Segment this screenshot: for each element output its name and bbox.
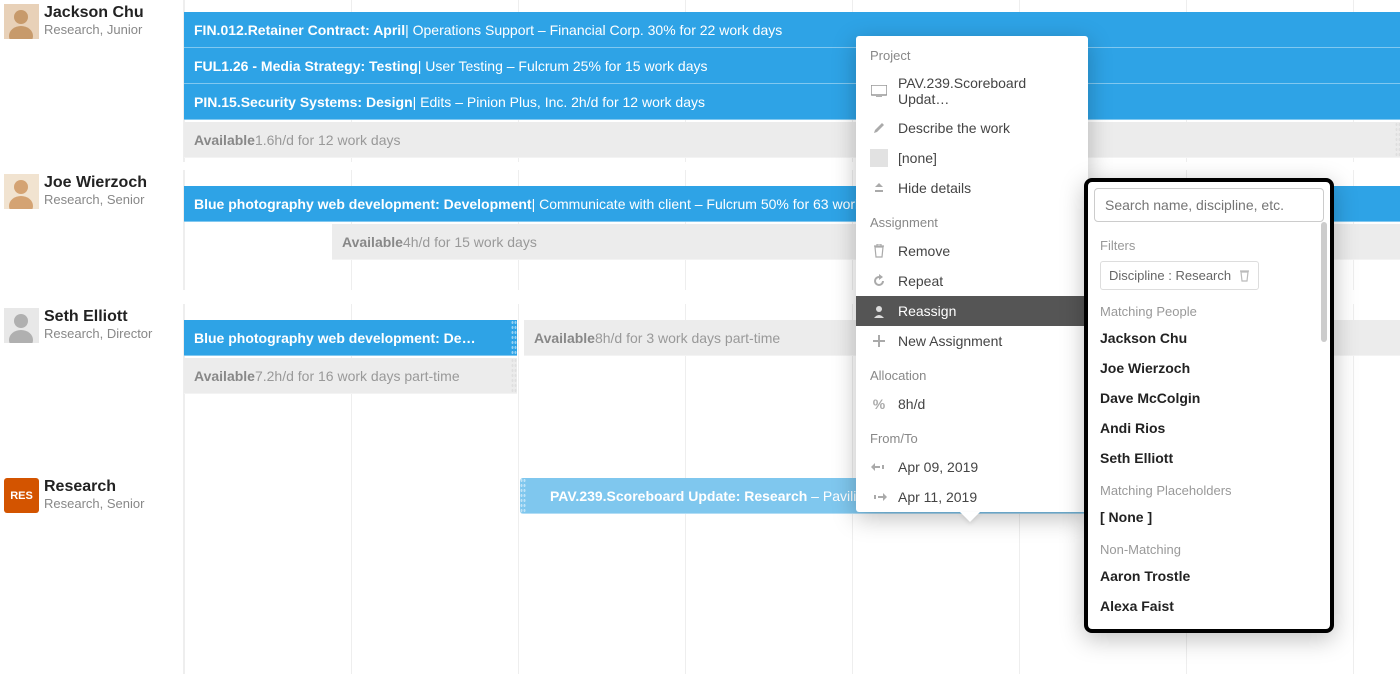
menu-remove[interactable]: Remove [856, 236, 1088, 266]
resize-handle[interactable] [511, 320, 517, 355]
section-header-allocation: Allocation [856, 356, 1088, 389]
menu-describe-work[interactable]: Describe the work [856, 113, 1088, 143]
color-swatch [870, 149, 888, 167]
popup-pointer [960, 512, 980, 522]
person-option[interactable]: Seth Elliott [1088, 443, 1330, 473]
person-subtitle: Research, Junior [44, 22, 144, 37]
scrollbar[interactable] [1321, 222, 1327, 342]
person-option[interactable]: Aaron Trostle [1088, 561, 1330, 591]
matching-placeholders-header: Matching Placeholders [1088, 473, 1330, 502]
date-from-icon [870, 458, 888, 476]
person-header[interactable]: Seth Elliott Research, Director [0, 304, 183, 474]
plus-icon [870, 332, 888, 350]
person-name: Research [44, 478, 144, 496]
menu-date-from[interactable]: Apr 09, 2019 [856, 452, 1088, 482]
avatar [4, 4, 39, 39]
resize-handle[interactable] [1395, 122, 1400, 157]
trash-icon [870, 242, 888, 260]
person-name: Joe Wierzoch [44, 174, 147, 192]
menu-allocation-value[interactable]: % 8h/d [856, 389, 1088, 419]
screen-icon [870, 82, 888, 100]
remove-filter-icon[interactable] [1239, 270, 1250, 282]
person-subtitle: Research, Director [44, 326, 152, 341]
person-subtitle: Research, Senior [44, 496, 144, 511]
resize-handle[interactable] [511, 358, 517, 393]
person-icon [4, 174, 39, 209]
assignment-bar[interactable]: Blue photography web development: De… [184, 320, 517, 356]
pencil-icon [870, 119, 888, 137]
menu-hide-details[interactable]: Hide details [856, 173, 1088, 203]
assignment-bar[interactable]: PIN.15.Security Systems: Design | Edits … [184, 84, 1400, 120]
nonmatching-header: Non-Matching [1088, 532, 1330, 561]
person-header[interactable]: Jackson Chu Research, Junior [0, 0, 183, 162]
person-header[interactable]: RES Research Research, Senior [0, 474, 183, 674]
person-name: Seth Elliott [44, 308, 152, 326]
person-header[interactable]: Joe Wierzoch Research, Senior [0, 170, 183, 290]
person-option[interactable]: Dave McColgin [1088, 383, 1330, 413]
person-icon [4, 308, 39, 343]
person-option[interactable]: Joe Wierzoch [1088, 353, 1330, 383]
person-option[interactable]: Andi Rios [1088, 413, 1330, 443]
section-header-project: Project [856, 36, 1088, 69]
collapse-icon [870, 179, 888, 197]
assignment-bar[interactable]: FIN.012.Retainer Contract: April | Opera… [184, 12, 1400, 48]
person-icon [4, 4, 39, 39]
section-header-fromto: From/To [856, 419, 1088, 452]
menu-date-to[interactable]: Apr 11, 2019 [856, 482, 1088, 512]
resize-handle[interactable] [520, 478, 526, 513]
filter-chip[interactable]: Discipline : Research [1100, 261, 1259, 290]
section-header-assignment: Assignment [856, 203, 1088, 236]
person-icon [870, 302, 888, 320]
avatar [4, 308, 39, 343]
context-menu: Project PAV.239.Scoreboard Updat… Descri… [856, 36, 1088, 512]
matching-people-header: Matching People [1088, 294, 1330, 323]
menu-new-assignment[interactable]: New Assignment [856, 326, 1088, 356]
menu-reassign[interactable]: Reassign [856, 296, 1088, 326]
person-name: Jackson Chu [44, 4, 144, 22]
repeat-icon [870, 272, 888, 290]
assignment-bar[interactable]: FUL1.26 - Media Strategy: Testing | User… [184, 48, 1400, 84]
reassign-popup: Filters Discipline : Research Matching P… [1084, 178, 1334, 633]
available-bar[interactable]: Available 1.6h/d for 12 work days [184, 122, 1400, 158]
filters-header: Filters [1088, 228, 1330, 257]
menu-repeat[interactable]: Repeat [856, 266, 1088, 296]
menu-color-none[interactable]: [none] [856, 143, 1088, 173]
date-to-icon [870, 488, 888, 506]
person-subtitle: Research, Senior [44, 192, 147, 207]
menu-project-name[interactable]: PAV.239.Scoreboard Updat… [856, 69, 1088, 113]
avatar [4, 174, 39, 209]
percent-icon: % [870, 395, 888, 413]
placeholder-option[interactable]: [ None ] [1088, 502, 1330, 532]
available-bar[interactable]: Available 7.2h/d for 16 work days part-t… [184, 358, 517, 394]
avatar-placeholder: RES [4, 478, 39, 513]
search-input[interactable] [1094, 188, 1324, 222]
person-option[interactable]: Jackson Chu [1088, 323, 1330, 353]
person-option[interactable]: Alexa Faist [1088, 591, 1330, 621]
